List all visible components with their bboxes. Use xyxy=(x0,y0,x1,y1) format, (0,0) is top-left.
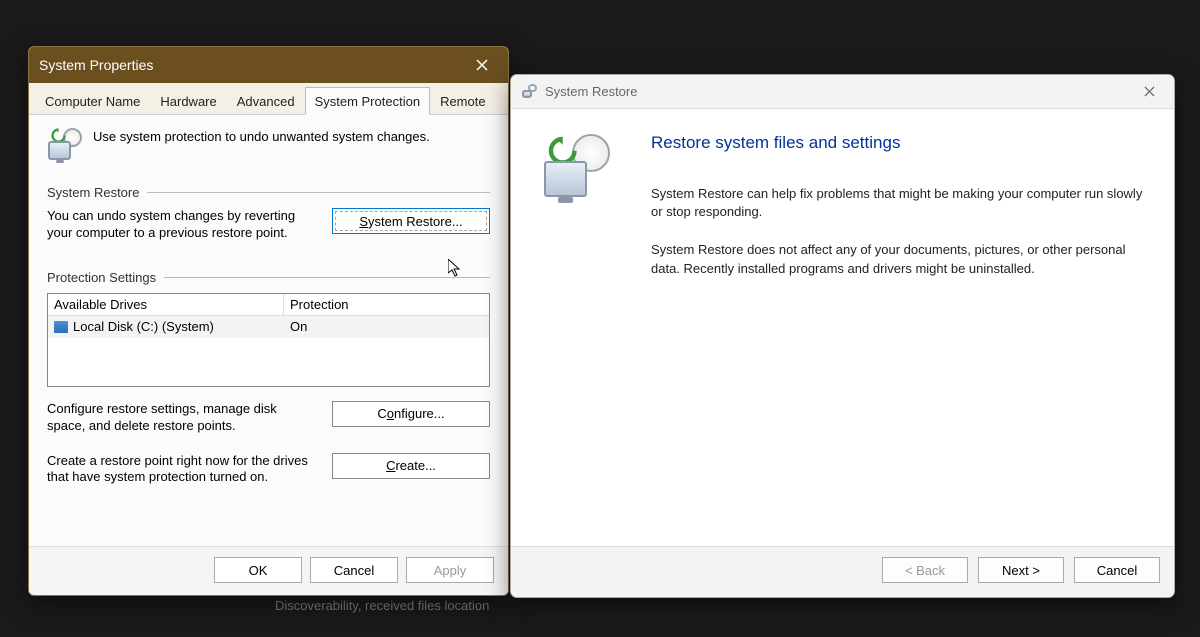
back-button[interactable]: < Back xyxy=(882,557,968,583)
restore-content: Restore system files and settings System… xyxy=(511,109,1174,546)
tab-remote[interactable]: Remote xyxy=(430,87,496,114)
drive-protection-status: On xyxy=(284,319,489,334)
cancel-button[interactable]: Cancel xyxy=(310,557,398,583)
next-button[interactable]: Next > xyxy=(978,557,1064,583)
sysprop-intro-text: Use system protection to undo unwanted s… xyxy=(93,127,430,144)
restore-wizard-icon xyxy=(541,133,621,536)
sysprop-intro: Use system protection to undo unwanted s… xyxy=(47,127,490,161)
tab-computer-name[interactable]: Computer Name xyxy=(35,87,150,114)
table-row[interactable]: Local Disk (C:) (System) On xyxy=(48,316,489,338)
drives-table: Available Drives Protection Local Disk (… xyxy=(47,293,490,387)
drive-icon xyxy=(54,321,68,333)
tab-system-protection[interactable]: System Protection xyxy=(305,87,431,115)
sysprop-footer: OK Cancel Apply xyxy=(29,546,508,595)
group-protection-settings: Protection Settings xyxy=(47,270,490,285)
group-protection-settings-label: Protection Settings xyxy=(47,270,156,285)
close-icon xyxy=(1144,86,1155,97)
restore-heading: Restore system files and settings xyxy=(651,133,1144,153)
close-icon xyxy=(476,59,488,71)
apply-button[interactable]: Apply xyxy=(406,557,494,583)
system-protection-icon xyxy=(47,127,81,161)
sysprop-tab-strip: Computer Name Hardware Advanced System P… xyxy=(29,83,508,115)
restore-app-icon xyxy=(521,84,537,100)
background-settings-hint: Discoverability, received files location xyxy=(275,598,489,613)
configure-button[interactable]: Configure... xyxy=(332,401,490,427)
restore-title: System Restore xyxy=(545,84,1126,99)
tab-advanced[interactable]: Advanced xyxy=(227,87,305,114)
system-properties-dialog: System Properties Computer Name Hardware… xyxy=(28,46,509,596)
configure-desc: Configure restore settings, manage disk … xyxy=(47,401,316,435)
system-restore-desc: You can undo system changes by reverting… xyxy=(47,208,316,242)
restore-para-1: System Restore can help fix problems tha… xyxy=(651,185,1144,221)
tab-hardware[interactable]: Hardware xyxy=(150,87,226,114)
restore-titlebar: System Restore xyxy=(511,75,1174,109)
restore-close-button[interactable] xyxy=(1134,80,1164,104)
system-restore-button[interactable]: System Restore... xyxy=(332,208,490,234)
create-button[interactable]: Create... xyxy=(332,453,490,479)
col-available-drives[interactable]: Available Drives xyxy=(48,294,284,315)
sysprop-title: System Properties xyxy=(39,57,466,73)
col-protection[interactable]: Protection xyxy=(284,297,489,312)
sysprop-titlebar: System Properties xyxy=(29,47,508,83)
wizard-cancel-button[interactable]: Cancel xyxy=(1074,557,1160,583)
drives-table-header: Available Drives Protection xyxy=(48,294,489,316)
restore-para-2: System Restore does not affect any of yo… xyxy=(651,241,1144,277)
drive-name: Local Disk (C:) (System) xyxy=(73,319,214,334)
ok-button[interactable]: OK xyxy=(214,557,302,583)
group-system-restore: System Restore xyxy=(47,185,490,200)
sysprop-close-button[interactable] xyxy=(466,52,498,78)
create-desc: Create a restore point right now for the… xyxy=(47,453,316,487)
group-system-restore-label: System Restore xyxy=(47,185,139,200)
restore-footer: < Back Next > Cancel xyxy=(511,546,1174,597)
system-restore-wizard: System Restore Restore system files and … xyxy=(510,74,1175,598)
sysprop-body: Use system protection to undo unwanted s… xyxy=(29,115,508,546)
